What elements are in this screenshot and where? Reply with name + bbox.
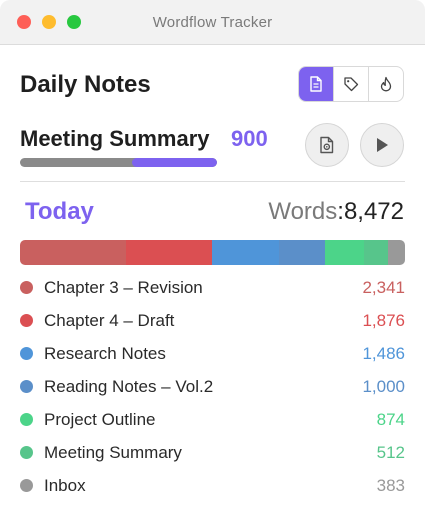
item-name: Chapter 4 – Draft [44,311,175,330]
view-tags-button[interactable] [334,67,369,101]
tag-icon [344,77,359,92]
page-title: Daily Notes [20,71,151,98]
flame-icon [380,76,392,92]
item-value: 383 [376,476,405,495]
view-streak-button[interactable] [369,67,403,101]
period-label: Today [25,198,94,225]
item-name: Inbox [44,476,86,495]
color-dot [20,347,33,360]
item-value: 1,486 [362,344,405,363]
document-list: Chapter 3 – Revision 2,341 Chapter 4 – D… [20,271,405,502]
item-value: 874 [376,410,405,429]
current-document-title: Meeting Summary [20,126,210,151]
list-item[interactable]: Meeting Summary 512 [20,436,405,469]
section-divider [20,181,405,182]
title-bar: Wordflow Tracker [0,0,425,45]
list-item[interactable]: Inbox 383 [20,469,405,502]
words-separator: : [337,198,344,225]
item-name: Project Outline [44,410,156,429]
color-dot [20,413,33,426]
play-icon [377,138,388,152]
item-value: 1,876 [362,311,405,330]
words-label: Words [268,198,338,225]
color-dot [20,446,33,459]
words-total-value: 8,472 [343,198,404,225]
item-name: Research Notes [44,344,166,363]
document-icon [310,76,322,92]
item-name: Reading Notes – Vol.2 [44,377,214,396]
window-title: Wordflow Tracker [152,14,273,31]
list-item[interactable]: Chapter 3 – Revision 2,341 [20,271,405,304]
color-dot [20,380,33,393]
item-name: Chapter 3 – Revision [44,278,203,297]
word-total: Words:8,472 [268,198,404,226]
distribution-segment [211,240,280,265]
item-name: Meeting Summary [44,443,182,462]
document-progress-fill [132,158,217,167]
list-item[interactable]: Chapter 4 – Draft 1,876 [20,304,405,337]
play-button[interactable] [360,123,404,167]
color-dot [20,479,33,492]
distribution-segment [279,240,325,265]
distribution-segment [324,240,365,265]
distribution-segment [20,240,127,265]
color-dot [20,314,33,327]
app-window: Wordflow Tracker Daily Notes Meeting Sum… [0,0,425,530]
list-item[interactable]: Research Notes 1,486 [20,337,405,370]
item-value: 1,000 [362,377,405,396]
document-gear-icon [320,136,334,154]
item-value: 512 [376,443,405,462]
document-progress-bar [20,158,217,167]
document-settings-button[interactable] [305,123,349,167]
current-document-count: 900 [231,126,268,151]
view-documents-button[interactable] [299,67,334,101]
distribution-segment [126,240,212,265]
color-dot [20,281,33,294]
list-item[interactable]: Project Outline 874 [20,403,405,436]
distribution-segment [364,240,388,265]
word-distribution-bar [20,240,405,265]
list-item[interactable]: Reading Notes – Vol.2 1,000 [20,370,405,403]
view-switcher [298,66,404,102]
item-value: 2,341 [362,278,405,297]
distribution-segment [387,240,405,265]
